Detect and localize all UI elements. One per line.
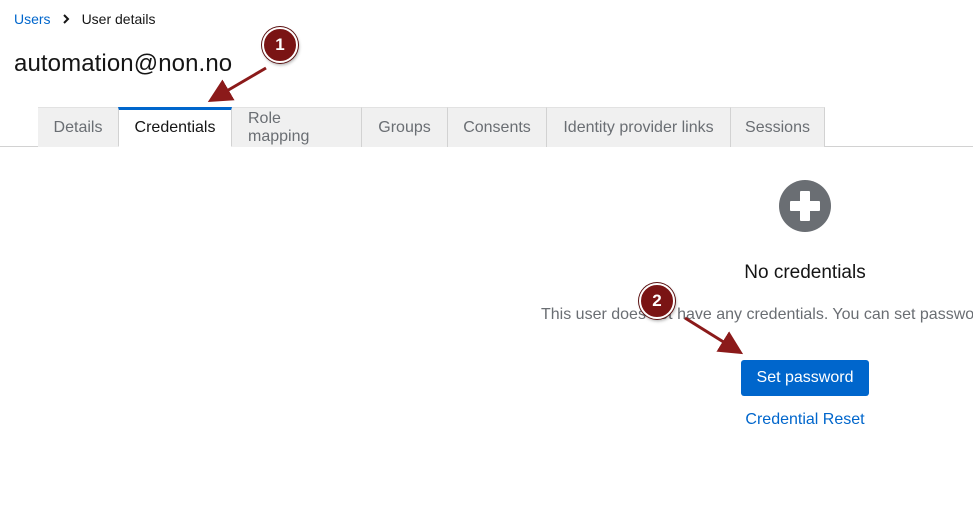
set-password-button[interactable]: Set password — [741, 360, 869, 396]
page-title: automation@non.no — [14, 50, 233, 77]
chevron-right-icon — [62, 14, 70, 24]
tab-role-mapping[interactable]: Role mapping — [232, 107, 362, 147]
breadcrumb-users-link[interactable]: Users — [14, 11, 51, 27]
empty-state-title: No credentials — [744, 262, 866, 283]
tab-sessions[interactable]: Sessions — [731, 107, 825, 147]
annotation-marker-2: 2 — [639, 283, 675, 319]
breadcrumb-current: User details — [81, 11, 156, 27]
tab-groups[interactable]: Groups — [362, 107, 448, 147]
tab-consents[interactable]: Consents — [448, 107, 547, 147]
plus-circle-icon — [779, 180, 831, 232]
user-details-page: Users User details automation@non.no Det… — [0, 0, 973, 532]
empty-state-body: This user does not have any credentials.… — [541, 306, 973, 323]
breadcrumb: Users User details — [14, 11, 155, 27]
tab-credentials[interactable]: Credentials — [118, 107, 232, 147]
credential-reset-link[interactable]: Credential Reset — [745, 411, 864, 429]
annotation-marker-1: 1 — [262, 27, 298, 63]
user-tabs: Details Credentials Role mapping Groups … — [38, 107, 825, 147]
tab-identity-provider-links[interactable]: Identity provider links — [547, 107, 731, 147]
tab-details[interactable]: Details — [38, 107, 119, 147]
